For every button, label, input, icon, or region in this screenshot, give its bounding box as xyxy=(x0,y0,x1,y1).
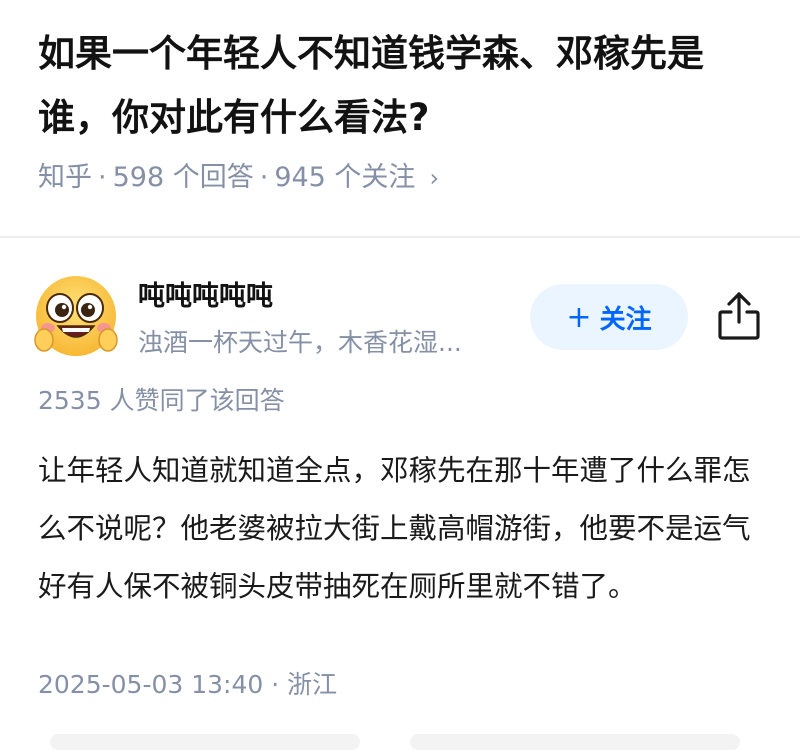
answer-location: 浙江 xyxy=(287,670,338,699)
author-bio: 浊酒一杯天过午，木香花湿... xyxy=(138,328,462,357)
question-meta[interactable]: 知乎 · 598 个回答 · 945 个关注 › xyxy=(38,160,439,196)
plus-icon: + xyxy=(566,299,592,335)
bottom-action-bar-right[interactable] xyxy=(410,734,740,750)
follow-button[interactable]: + 关注 xyxy=(530,284,688,350)
grinning-emoji-avatar-icon[interactable] xyxy=(34,274,118,358)
bottom-action-bar-left[interactable] xyxy=(50,734,360,750)
answer-content[interactable]: 让年轻人知道就知道全点，邓稼先在那十年遭了什么罪怎么不说呢？他老婆被拉大街上戴高… xyxy=(38,442,753,616)
chevron-right-icon[interactable]: › xyxy=(429,160,439,196)
share-icon[interactable] xyxy=(716,290,762,342)
follow-label: 关注 xyxy=(599,304,652,335)
question-title[interactable]: 如果一个年轻人不知道钱学森、邓稼先是谁，你对此有什么看法? xyxy=(38,22,768,150)
meta-separator: · xyxy=(98,162,107,193)
answer-timestamp: 2025-05-03 13:40 xyxy=(38,670,264,699)
source-label: 知乎 xyxy=(38,162,92,193)
section-divider xyxy=(0,236,800,238)
follow-count: 945 个关注 xyxy=(274,162,416,193)
meta-separator: · xyxy=(259,162,269,193)
meta-separator: · xyxy=(271,670,280,699)
answer-footer: 2025-05-03 13:40 · 浙江 xyxy=(38,668,337,702)
answer-count: 598 个回答 xyxy=(112,162,254,193)
author-name[interactable]: 吨吨吨吨吨 xyxy=(138,280,273,314)
upvote-summary: 2535 人赞同了该回答 xyxy=(38,386,285,415)
